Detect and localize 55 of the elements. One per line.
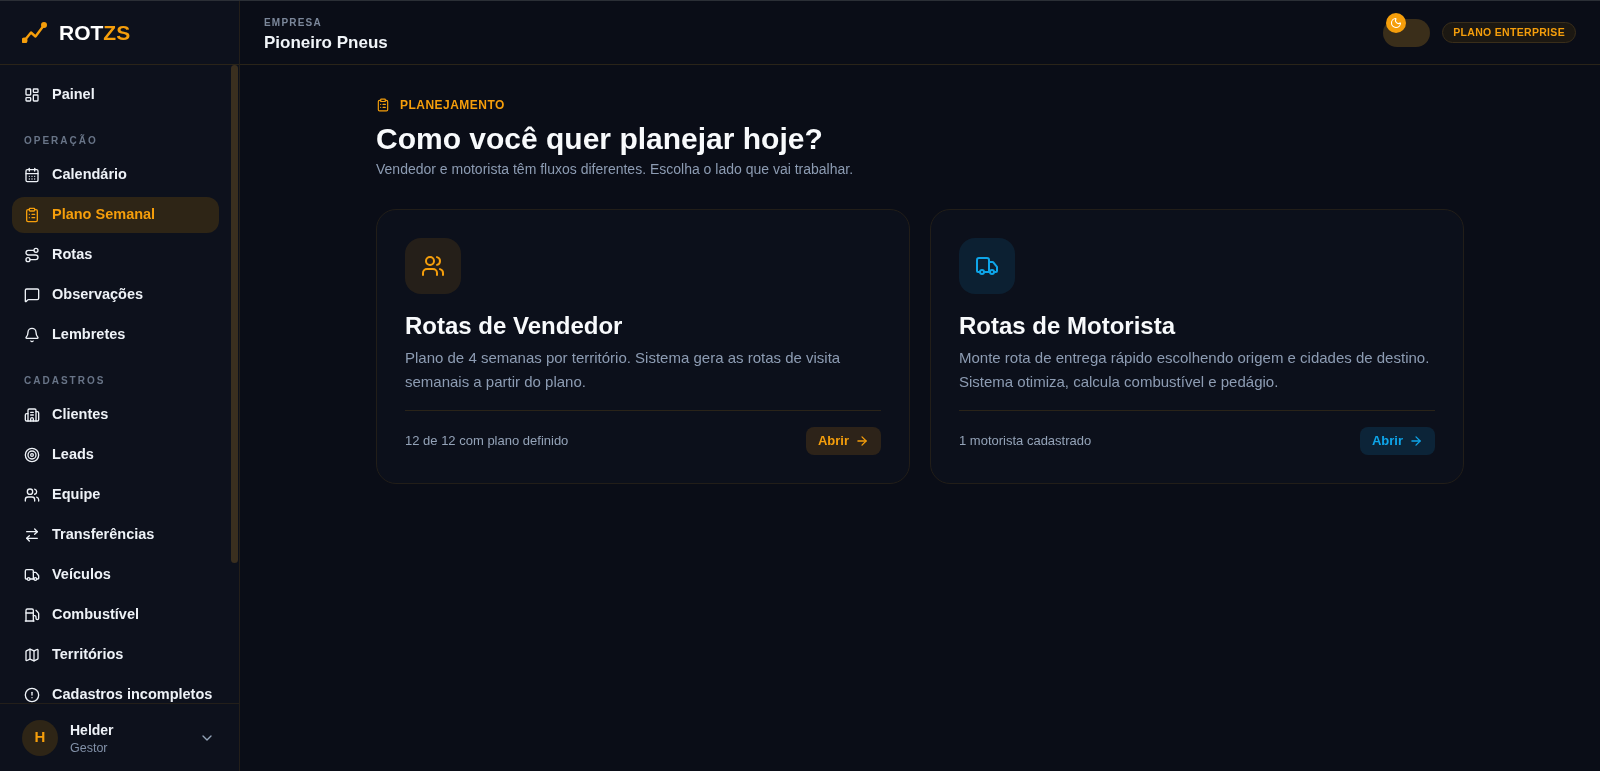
chat-bubble-icon xyxy=(24,287,40,303)
page-subtitle: Vendedor e motorista têm fluxos diferentes. Escolha o lado que vai trabalhar. xyxy=(376,160,855,179)
target-icon xyxy=(24,447,40,463)
scrollbar-thumb[interactable] xyxy=(231,65,238,563)
user-role: Gestor xyxy=(70,739,109,756)
option-card[interactable]: Rotas de Vendedor Plano de 4 semanas por território. Sistema gera as rotas de visita semanais a partir do plano. 12 de 12 com plano definido Abrir xyxy=(376,209,910,484)
company-label: EMPRESA xyxy=(264,15,323,30)
bell-icon xyxy=(24,327,40,343)
chart-line-icon xyxy=(22,22,47,43)
sidebar-item[interactable]: Leads xyxy=(12,437,219,473)
fuel-pump-icon xyxy=(24,607,40,623)
truck-icon xyxy=(24,567,40,583)
section-eyebrow: PLANEJAMENTO xyxy=(400,97,505,113)
open-button[interactable]: Abrir xyxy=(1359,427,1435,455)
sidebar-item[interactable]: Combustível xyxy=(12,597,219,633)
sidebar-item[interactable]: Observações xyxy=(12,277,219,313)
sidebar-item[interactable]: Transferências xyxy=(12,517,219,553)
sidebar-item[interactable]: Equipe xyxy=(12,477,219,513)
user-name: Helder xyxy=(70,720,114,740)
card-description: Plano de 4 semanas por território. Sistema gera as rotas de visita semanais a partir do plano. xyxy=(405,348,842,392)
people-icon xyxy=(24,487,40,503)
map-icon xyxy=(24,647,40,663)
arrow-right-icon xyxy=(855,434,869,448)
page-title: Como você quer planejar hoje? xyxy=(376,121,824,157)
user-avatar: H xyxy=(22,719,58,756)
calendar-icon xyxy=(24,167,40,183)
option-card[interactable]: Rotas de Motorista Monte rota de entrega rápido escolhendo origem e cidades de destino. Sistema otimiza, calcula combustível e pedágio. 1 motorista cadastrado Abrir xyxy=(930,209,1464,484)
route-icon xyxy=(24,247,40,263)
exclamation-circle-icon xyxy=(24,687,40,703)
swap-arrows-icon xyxy=(24,527,40,543)
sidebar-item[interactable]: Lembretes xyxy=(12,317,219,353)
clipboard-icon xyxy=(24,207,40,223)
sidebar-item[interactable]: Painel xyxy=(12,77,219,113)
card-description: Monte rota de entrega rápido escolhendo origem e cidades de destino. Sistema otimiza, calcula combustível e pedágio. xyxy=(959,348,1431,392)
card-title: Rotas de Vendedor xyxy=(405,311,624,341)
building-icon xyxy=(24,407,40,423)
sidebar-item[interactable]: Plano Semanal xyxy=(12,197,219,233)
sidebar-item[interactable]: Clientes xyxy=(12,397,219,433)
sidebar-item[interactable]: Cadastros incompletos xyxy=(12,677,219,703)
sidebar-item[interactable]: Veículos xyxy=(12,557,219,593)
plan-badge: PLANO ENTERPRISE xyxy=(1442,22,1576,43)
card-status: 12 de 12 com plano definido xyxy=(405,432,569,451)
company-name: Pioneiro Pneus xyxy=(264,31,388,54)
brand-wordmark: ROTZS xyxy=(59,19,131,46)
moon-icon xyxy=(1386,12,1407,33)
sidebar-item[interactable]: Rotas xyxy=(12,237,219,273)
sidebar-item[interactable]: Calendário xyxy=(12,157,219,193)
section-label: OPERAÇÃO xyxy=(24,133,99,148)
sidebar-item[interactable]: Territórios xyxy=(12,637,219,673)
card-status: 1 motorista cadastrado xyxy=(959,432,1092,451)
section-label: CADASTROS xyxy=(24,374,107,388)
card-title: Rotas de Motorista xyxy=(959,311,1177,341)
dashboard-icon xyxy=(24,87,40,103)
open-button[interactable]: Abrir xyxy=(805,427,881,455)
clipboard-icon xyxy=(376,98,390,112)
